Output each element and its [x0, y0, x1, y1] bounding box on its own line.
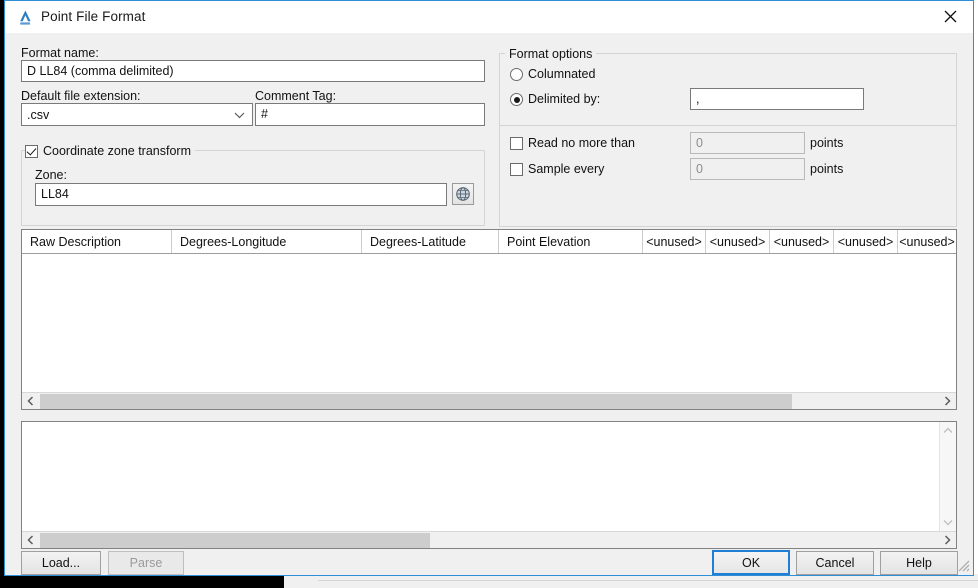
screen: Point File Format Format name: D LL84 (c…: [0, 0, 978, 588]
chevron-down-icon[interactable]: [940, 514, 956, 531]
format-name-label: Format name:: [21, 46, 99, 60]
delimiter-input[interactable]: ,: [690, 88, 864, 110]
ok-button[interactable]: OK: [712, 550, 790, 575]
chevron-up-icon[interactable]: [940, 422, 956, 439]
columnated-radio[interactable]: [510, 68, 523, 81]
autocad-a-icon: [17, 9, 34, 26]
column-header-unused-5[interactable]: <unused>: [898, 230, 956, 253]
delimited-by-radio[interactable]: [510, 93, 523, 106]
column-header-raw-description[interactable]: Raw Description: [22, 230, 172, 253]
read-no-more-than-checkbox[interactable]: [510, 137, 523, 150]
help-button[interactable]: Help: [880, 551, 958, 575]
column-header-unused-3[interactable]: <unused>: [770, 230, 834, 253]
format-options-divider: [500, 125, 956, 126]
zone-label: Zone:: [35, 168, 67, 182]
load-button[interactable]: Load...: [21, 551, 101, 575]
column-header-degrees-latitude[interactable]: Degrees-Latitude: [362, 230, 499, 253]
sample-every-label: Sample every: [528, 162, 605, 176]
table-hscroll-thumb[interactable]: [40, 394, 792, 409]
chevron-down-icon: [234, 108, 245, 122]
preview-vertical-scrollbar[interactable]: [939, 422, 956, 531]
default-extension-combobox[interactable]: .csv: [21, 103, 253, 126]
resize-grip[interactable]: [956, 558, 970, 572]
delimited-by-label: Delimited by:: [528, 92, 601, 106]
cancel-button[interactable]: Cancel: [796, 551, 874, 575]
coordinate-zone-group-label: Coordinate zone transform: [25, 144, 195, 158]
title-bar: Point File Format: [5, 1, 973, 33]
close-icon[interactable]: [927, 1, 973, 32]
default-extension-value: .csv: [27, 107, 50, 122]
sample-every-input[interactable]: 0: [690, 158, 805, 180]
column-header-degrees-longitude[interactable]: Degrees-Longitude: [172, 230, 362, 253]
window-title: Point File Format: [41, 9, 146, 24]
column-mapping-table[interactable]: Raw Description Degrees-Longitude Degree…: [21, 229, 957, 410]
point-file-format-dialog: Point File Format Format name: D LL84 (c…: [4, 0, 974, 576]
chevron-left-icon[interactable]: [22, 532, 39, 548]
format-name-input[interactable]: D LL84 (comma delimited): [21, 60, 485, 82]
table-horizontal-scrollbar[interactable]: [22, 392, 956, 409]
read-no-more-than-label: Read no more than: [528, 136, 636, 150]
file-preview-pane[interactable]: [21, 421, 957, 549]
desktop-background-right: [284, 574, 978, 588]
column-header-unused-4[interactable]: <unused>: [834, 230, 898, 253]
preview-hscroll-thumb[interactable]: [40, 533, 430, 548]
read-no-more-than-input[interactable]: 0: [690, 132, 805, 154]
comment-tag-label: Comment Tag:: [255, 89, 337, 103]
format-options-group-label: Format options: [505, 47, 597, 61]
column-header-unused-1[interactable]: <unused>: [643, 230, 706, 253]
table-header-row: Raw Description Degrees-Longitude Degree…: [22, 230, 956, 254]
desktop-background-left: [0, 574, 284, 588]
column-header-unused-2[interactable]: <unused>: [706, 230, 770, 253]
preview-horizontal-scrollbar[interactable]: [22, 531, 956, 548]
columnated-label: Columnated: [528, 67, 596, 81]
zone-input[interactable]: LL84: [35, 183, 447, 206]
coordinate-zone-transform-checkbox[interactable]: [25, 145, 38, 158]
parse-button[interactable]: Parse: [108, 551, 184, 575]
sample-every-units: points: [810, 162, 844, 176]
column-header-point-elevation[interactable]: Point Elevation: [499, 230, 643, 253]
sample-every-checkbox[interactable]: [510, 163, 523, 176]
dialog-body: Format name: D LL84 (comma delimited) De…: [5, 33, 973, 575]
comment-tag-input[interactable]: #: [255, 103, 485, 126]
table-body[interactable]: [22, 254, 956, 392]
chevron-left-icon[interactable]: [22, 393, 39, 409]
chevron-right-icon[interactable]: [939, 532, 956, 548]
read-no-more-than-units: points: [810, 136, 844, 150]
chevron-right-icon[interactable]: [939, 393, 956, 409]
globe-icon[interactable]: [452, 183, 474, 205]
file-preview-text[interactable]: [22, 422, 939, 531]
desktop-background-divider: [318, 580, 978, 581]
default-extension-label: Default file extension:: [21, 89, 141, 103]
